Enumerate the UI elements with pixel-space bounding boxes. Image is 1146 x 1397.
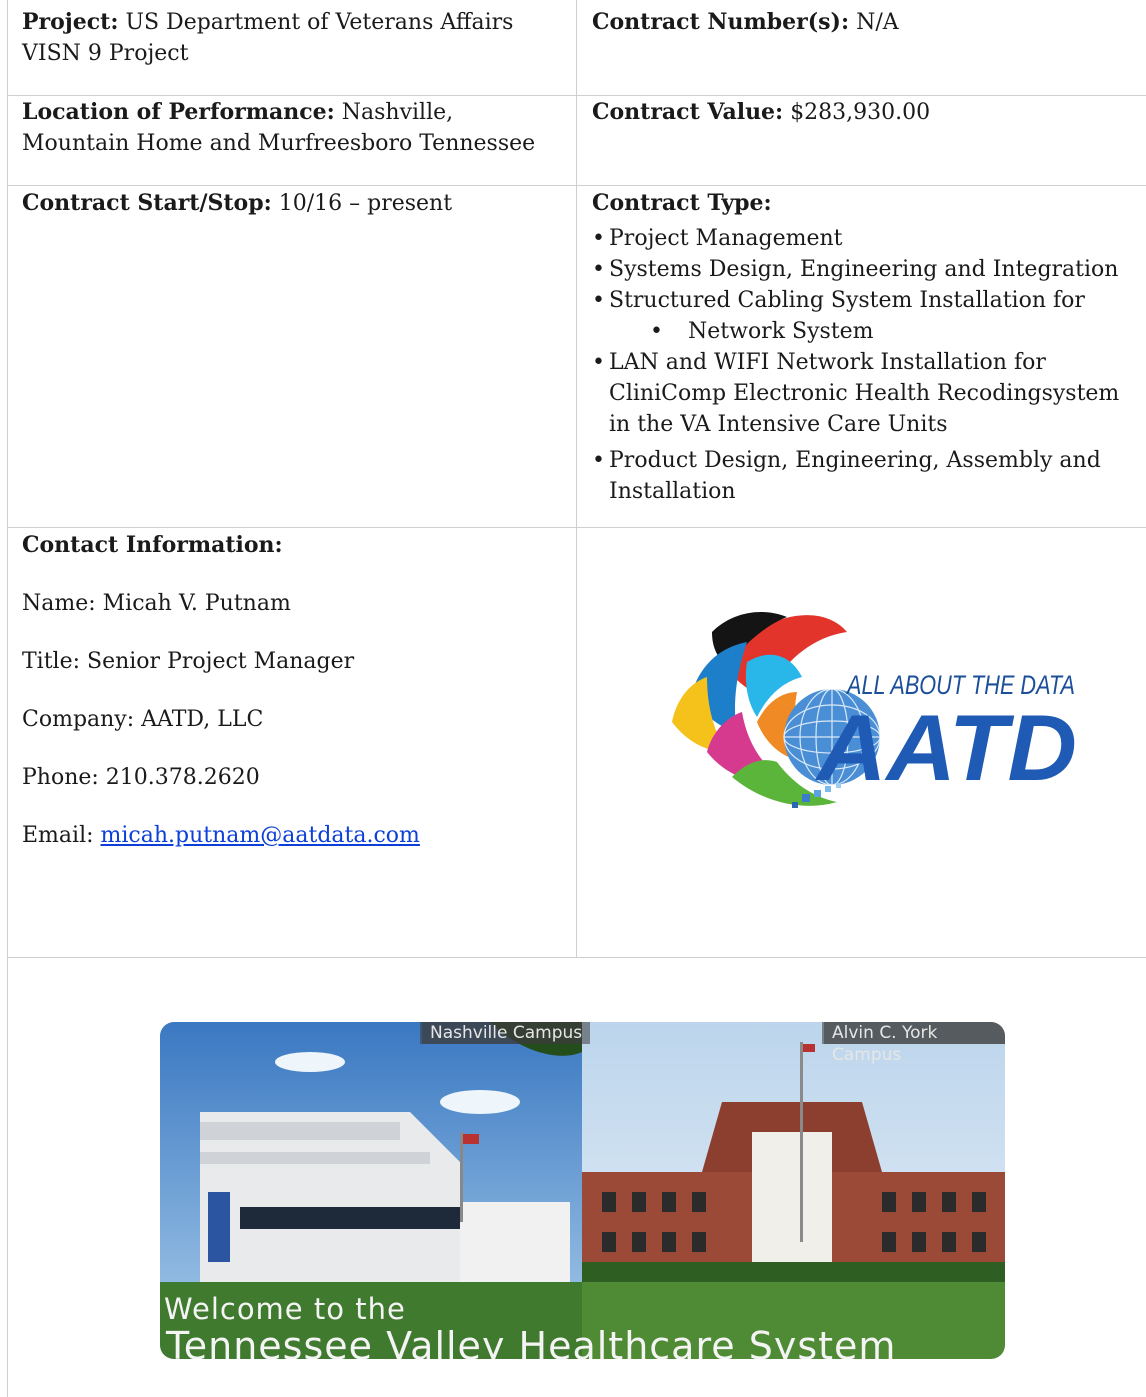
list-item-sub: Network System (592, 316, 1137, 347)
contact-company: Company: AATD, LLC (22, 707, 264, 732)
contract-value-label: Contract Value: (592, 99, 784, 125)
contract-value-amount: $283,930.00 (790, 100, 931, 125)
contact-name: Name: Micah V. Putnam (22, 591, 291, 616)
location-value: Nashville, (341, 100, 454, 125)
row-divider-3 (7, 527, 1146, 528)
contract-value-cell: Contract Value: $283,930.00 (592, 97, 1137, 128)
project-cell: Project: US Department of Veterans Affai… (22, 7, 567, 69)
nashville-campus-caption: Nashville Campus (422, 1022, 591, 1044)
start-stop-value: 10/16 – present (278, 191, 453, 216)
location-value-line2: Mountain Home and Murfreesboro Tennessee (22, 131, 536, 156)
welcome-line-2: Tennessee Valley Healthcare System (166, 1324, 897, 1359)
project-value: US Department of Veterans Affairs (125, 10, 514, 35)
list-item: Systems Design, Engineering and Integrat… (592, 254, 1137, 285)
location-cell: Location of Performance: Nashville, Moun… (22, 97, 567, 159)
contract-number-label: Contract Number(s): (592, 9, 850, 35)
aatd-logo: ALL ABOUT THE DATA AATD (672, 612, 1077, 808)
list-item: LAN and WIFI Network Installation for Cl… (592, 347, 1137, 440)
campus-photo-banner: Nashville Campus Alvin C. York Campus We… (160, 1022, 1005, 1359)
document-table: Project: US Department of Veterans Affai… (0, 0, 1146, 1397)
list-item-line: CliniComp Electronic Health Recodingsyst… (609, 381, 1120, 406)
contact-cell: Contact Information: Name: Micah V. Putn… (22, 530, 567, 878)
york-campus-caption: Alvin C. York Campus (824, 1022, 1005, 1065)
logo-pixel (802, 794, 810, 802)
list-item-line: in the VA Intensive Care Units (609, 412, 948, 437)
contract-type-label: Contract Type: (592, 190, 772, 216)
contact-email-link[interactable]: micah.putnam@aatdata.com (101, 823, 420, 848)
contact-title: Title: Senior Project Manager (22, 649, 355, 674)
row-divider-4 (7, 957, 1146, 958)
row-divider-1 (7, 95, 1146, 96)
start-stop-label: Contract Start/Stop: (22, 190, 272, 216)
contact-phone: Phone: 210.378.2620 (22, 765, 260, 790)
list-item: Product Design, Engineering, Assembly an… (592, 445, 1137, 507)
list-item-line: Installation (609, 479, 736, 504)
table-divider-center (576, 0, 577, 957)
contact-email-label: Email: (22, 823, 94, 848)
contact-email-row: Email: micah.putnam@aatdata.com (22, 820, 567, 851)
contract-number-cell: Contract Number(s): N/A (592, 7, 1137, 38)
list-item-line: LAN and WIFI Network Installation for (609, 350, 1046, 375)
project-label: Project: (22, 9, 119, 35)
location-label: Location of Performance: (22, 99, 335, 125)
list-item-line: Product Design, Engineering, Assembly an… (609, 448, 1101, 473)
contact-heading: Contact Information: (22, 532, 283, 558)
list-item: Structured Cabling System Installation f… (592, 285, 1137, 316)
contract-type-list: Project Management Systems Design, Engin… (592, 223, 1137, 507)
logo-wordmark: AATD (815, 695, 1077, 800)
start-stop-cell: Contract Start/Stop: 10/16 – present (22, 188, 567, 219)
logo-pixel (792, 802, 798, 808)
table-border-left (7, 0, 8, 1397)
contract-type-cell: Contract Type: Project Management System… (592, 188, 1137, 507)
york-campus-photo (582, 1022, 1005, 1359)
project-value-line2: VISN 9 Project (22, 41, 189, 66)
welcome-line-1: Welcome to the (164, 1292, 406, 1326)
list-item: Project Management (592, 223, 1137, 254)
contract-number-value: N/A (856, 10, 899, 35)
row-divider-2 (7, 185, 1146, 186)
